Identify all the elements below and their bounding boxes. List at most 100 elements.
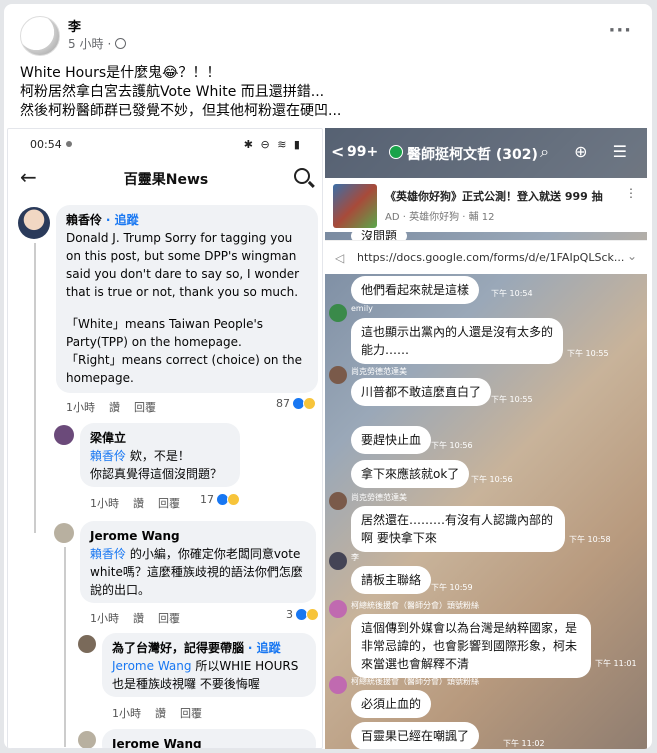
sender-name: 柯總統後援會（醫師分會）頭號粉絲 [351,601,479,610]
line-chat-screenshot: < 99+ 醫師挺柯文哲 (302) ⌕ ⊕ ☰ 《英雄你好狗》正式公測！登入就… [325,128,647,749]
commenter-name: 賴香伶 [66,213,103,227]
meta-separator: · [107,36,112,51]
status-icons: ✱ ⊖ ≋ ▮ [243,138,302,151]
chat-message: 必須止血的 [351,690,432,718]
comment-time: 1小時 [66,401,95,414]
follow-link: · 追蹤 [247,641,281,655]
sender-avatar [329,304,347,322]
post-text: White Hours是什麼鬼😂？！！ 柯粉居然拿白宮去護航Vote White… [20,64,640,121]
ad-banner: 《英雄你好狗》正式公測！登入就送 999 抽 AD · 英雄你好狗 · 輔 12… [325,178,647,232]
ad-image [333,184,377,228]
chat-message: 居然還在………有沒有人認識內部的啊 要快拿下來 [351,506,565,552]
sender-avatar [329,676,347,694]
message-time: 下午 11:01 [595,659,637,668]
message-time: 下午 10:56 [471,475,513,484]
comment-actions: 1小時 讚 回覆 [66,399,156,415]
sender-avatar [329,366,347,384]
commenter-name: Jerome Wang [90,529,180,543]
reaction-number: 87 [276,397,290,410]
post-author[interactable]: 李 [68,16,81,35]
thread-line [64,547,66,747]
comment-time: 1小時 [112,707,141,720]
commenter-avatar [78,635,96,653]
sender-name: 尚克勞德范達美 [351,493,407,502]
message-time: 下午 10:54 [491,289,533,298]
message-time: 下午 10:55 [491,395,533,404]
message-time: 下午 10:56 [431,441,473,450]
chat-message: 這也顯示出黨內的人還是沒有太多的能力…… [351,318,563,364]
ad-more-icon: ⋮ [625,186,637,200]
comment-actions: 1小時 讚 回覆 [90,495,180,511]
chat-title: 醫師挺柯文哲 (302) [407,147,538,163]
chat-message: 要趕快止血 [351,426,432,454]
reaction-number: 17 [200,493,214,506]
back-icon: < [331,142,345,161]
notification-dot-icon [66,141,72,147]
page-title: 百靈果News [123,172,209,188]
sender-avatar [329,492,347,510]
globe-icon [115,38,127,49]
chat-message: 拿下來應該就ok了 [351,460,470,488]
sender-name: 柯總統後援會（醫師分會）頭號粉絲 [351,677,479,686]
follow-link: · 追蹤 [105,213,139,227]
sender-name: 李 [351,553,359,562]
sender-avatar [329,552,347,570]
comment-bubble: 為了台灣好，記得要帶腦 · 追蹤 Jerome Wang 所以WHIE HOUR… [102,633,316,697]
reply-link: 回覆 [180,707,202,720]
announcement-link: ◁ https://docs.google.com/forms/d/e/1FAI… [325,240,647,274]
chat-header: < 99+ 醫師挺柯文哲 (302) ⌕ ⊕ ☰ [325,128,647,178]
commenter-avatar [18,207,50,239]
comment-time: 1小時 [90,612,119,625]
comment-bubble: 賴香伶 · 追蹤 Donald J. Trump Sorry for taggi… [56,205,318,393]
announcement-icon: ◁ [335,251,345,265]
comment-actions: 1小時 讚 回覆 [90,610,180,626]
chat-message: 他們看起來就是這樣 [351,276,480,304]
facebook-post-card: 李 5 小時 · ··· White Hours是什麼鬼😂？！！ 柯粉居然拿白宮… [4,4,652,749]
comment-actions: 1小時 讚 回覆 [112,705,202,721]
haha-icon [303,397,316,410]
haha-icon [306,608,319,621]
more-options-icon[interactable]: ··· [608,20,632,41]
status-bar: 00:54 ✱ ⊖ ≋ ▮ [8,129,322,155]
post-line: 柯粉居然拿白宮去護航Vote White 而且還拼錯... [20,84,325,100]
commenter-avatar [54,425,74,445]
haha-icon [227,493,240,506]
reaction-count: 87 [276,397,316,410]
ad-title: 《英雄你好狗》正式公測！登入就送 999 抽 [385,190,603,203]
chat-message: 請板主聯絡 [351,566,432,594]
comment-bubble: Jerome Wang 賴香伶 的小編，你確定你老闆同意vote white嗎？… [80,521,316,603]
commenter-name: Jerome Wang [112,737,202,749]
post-meta: 5 小時 · [68,35,127,52]
post-line: White Hours是什麼鬼😂？！！ [20,65,221,81]
like-link: 讚 [155,707,166,720]
message-time: 下午 10:58 [569,535,611,544]
reply-link: 回覆 [134,401,156,414]
mention-link: 賴香伶 [90,547,127,561]
chat-header-icons: ⌕ ⊕ ☰ [540,142,637,161]
screenshot-images[interactable]: 00:54 ✱ ⊖ ≋ ▮ ← 百靈果News 賴香伶 · 追蹤 Donald … [4,128,652,749]
chat-message: 百靈果已經在嘲諷了 [351,722,480,749]
reaction-number: 3 [286,608,293,621]
comment-text: Donald J. Trump Sorry for tagging you on… [66,231,300,299]
like-link: 讚 [109,401,120,414]
reply-link: 回覆 [158,612,180,625]
message-time: 下午 10:55 [567,349,609,358]
search-icon [294,168,310,184]
like-link: 讚 [133,497,144,510]
reaction-count: 3 [286,608,319,621]
comment-time: 1小時 [90,497,119,510]
reply-link: 回覆 [158,497,180,510]
post-time[interactable]: 5 小時 [68,35,103,52]
chat-message: 川普都不敢這麼直白了 [351,378,492,406]
link-url: https://docs.google.com/forms/d/e/1FAIpQ… [357,251,625,264]
message-time: 下午 10:59 [431,583,473,592]
commenter-avatar [54,523,74,543]
chat-message: 這個傳到外媒會以為台灣是納粹國家，是非常忌諱的，也會影響到國際形象，柯未來當選也… [351,614,591,678]
top-nav: ← 百靈果News [8,159,322,195]
message-time: 下午 11:02 [503,739,545,748]
commenter-name: 梁偉立 [90,431,127,445]
mention-link: 賴香伶 [90,449,127,463]
author-avatar[interactable] [20,16,60,56]
collapse-icon: ⌄ [626,249,637,263]
post-line: 然後柯粉醫師群已發覺不妙，但其他柯粉還在硬凹... [20,103,342,119]
